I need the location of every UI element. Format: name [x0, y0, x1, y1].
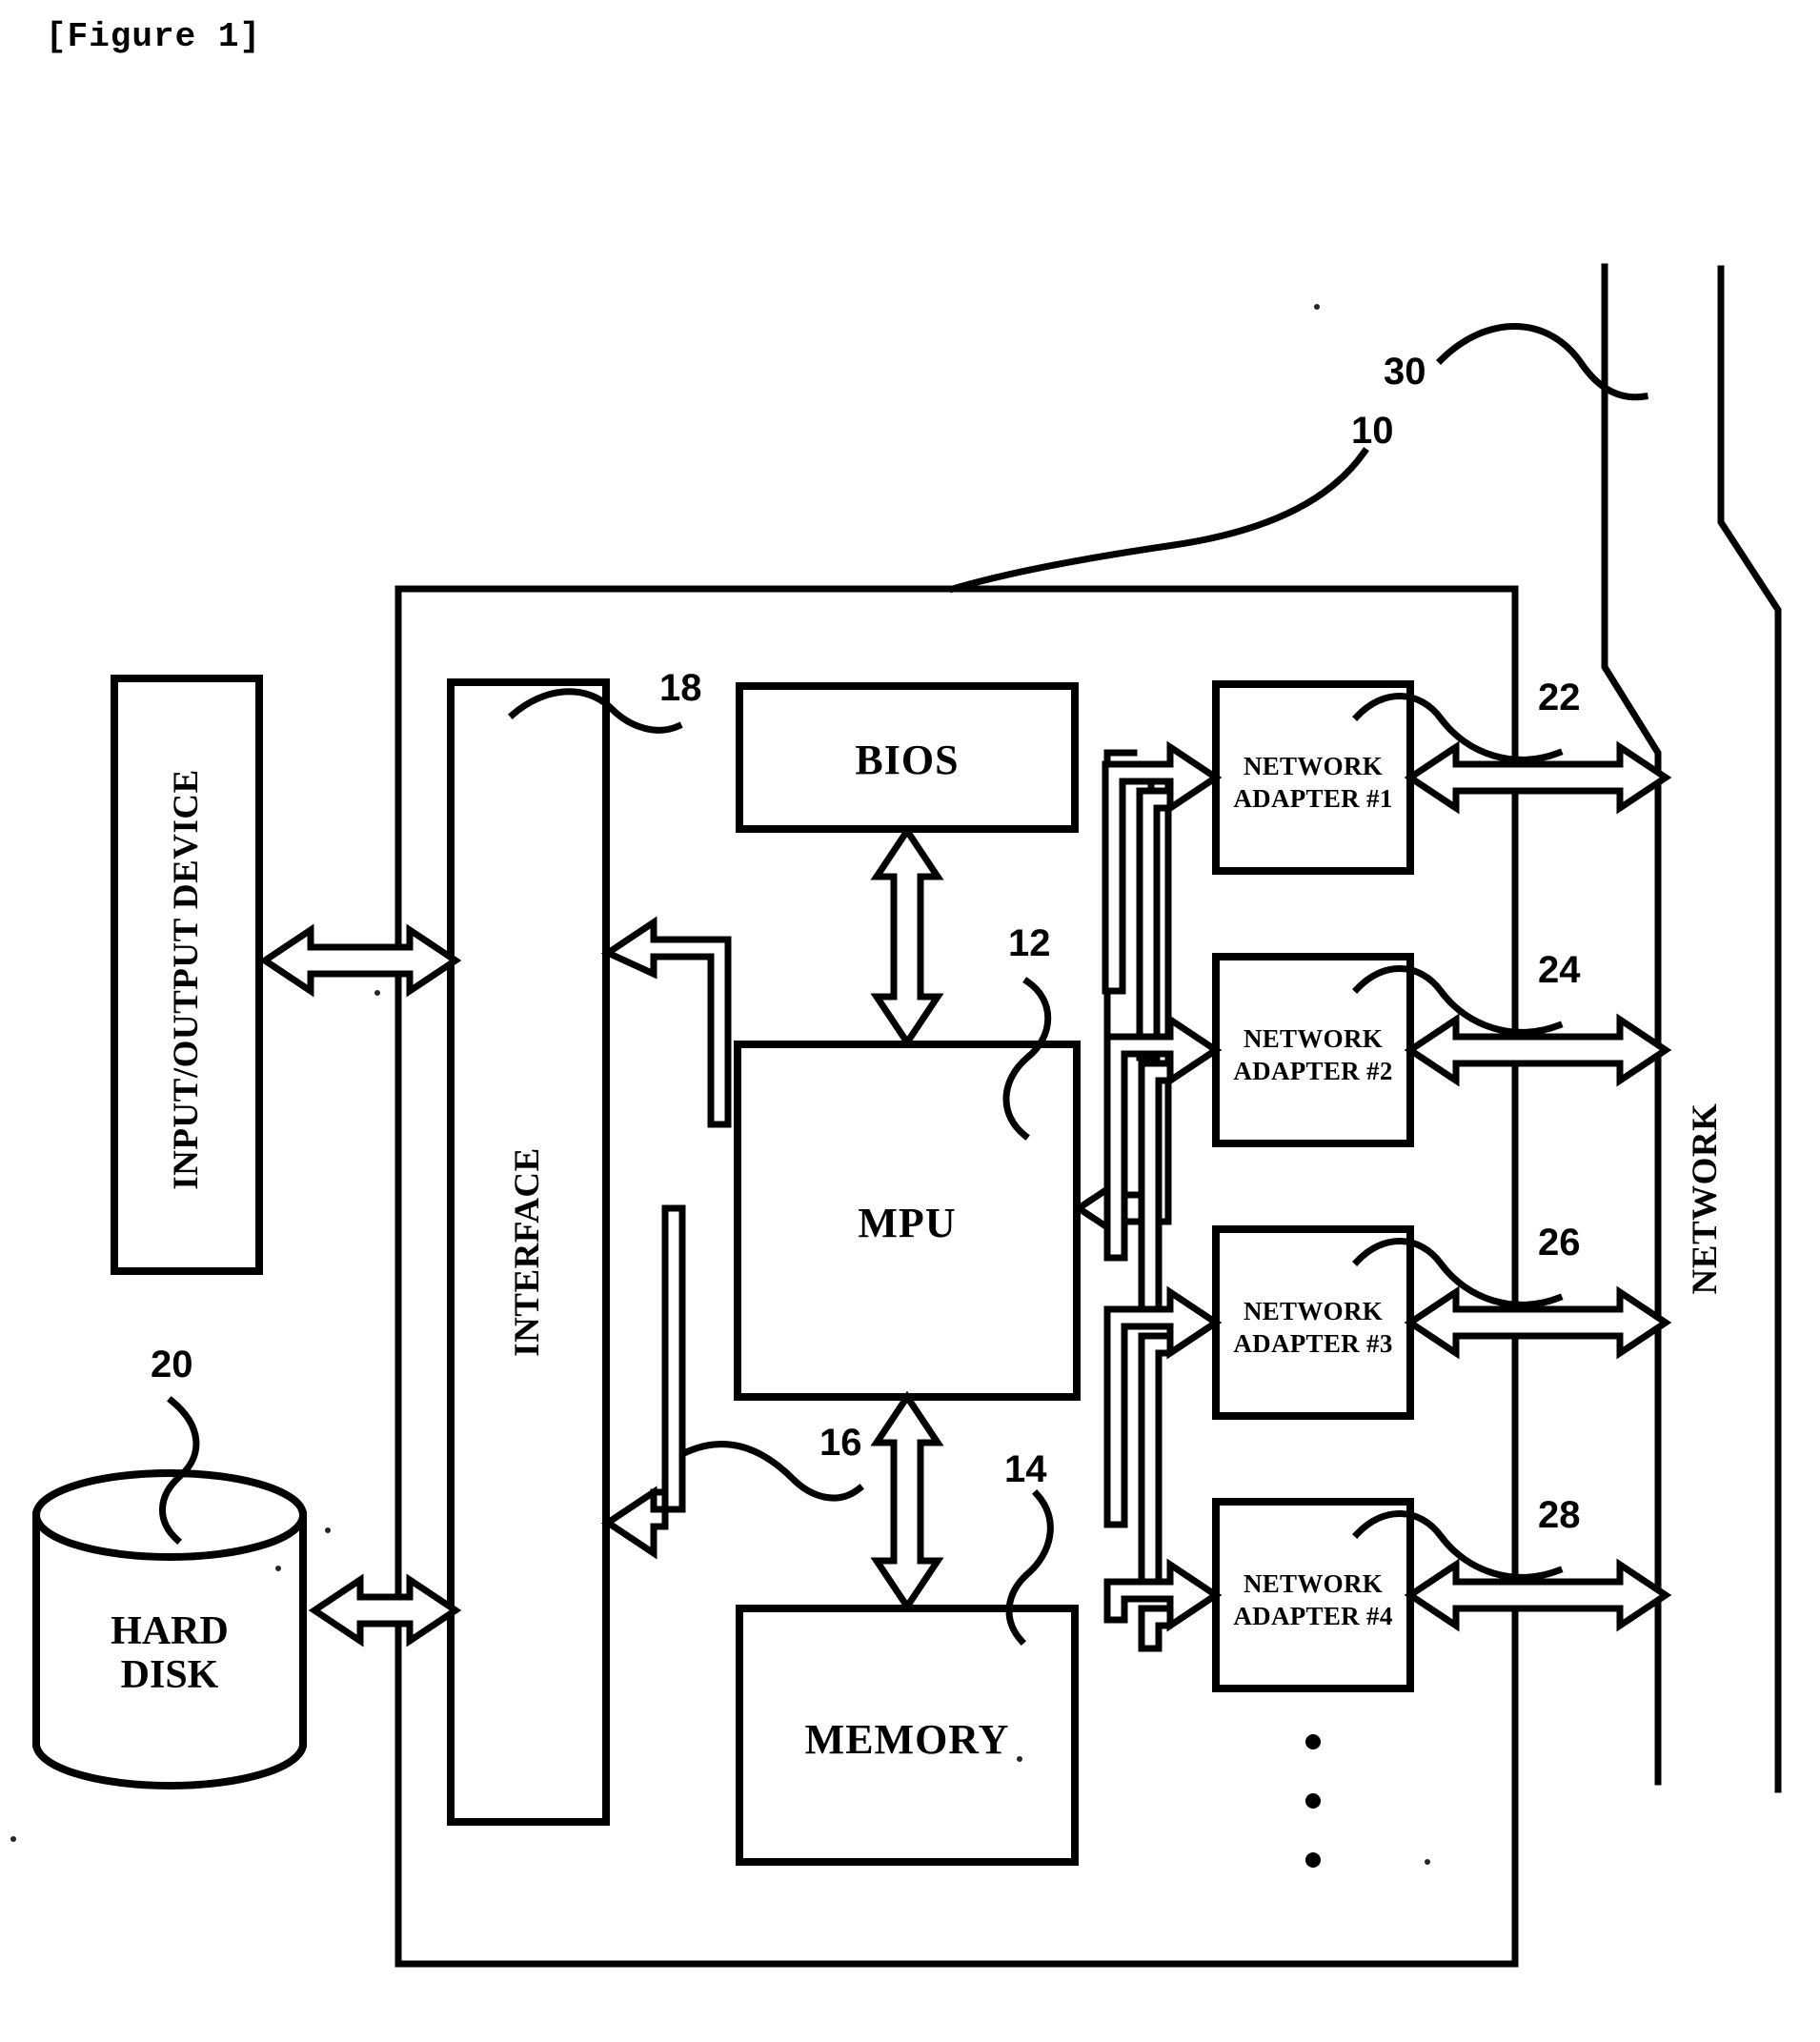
leader-30 — [1436, 323, 1648, 401]
ref-numeral-10: 10 — [1351, 410, 1394, 452]
ref-numeral-16: 16 — [819, 1422, 862, 1464]
adapter-4-box — [1212, 1498, 1414, 1692]
arrow-mpu-to-interface-upper — [600, 916, 732, 1128]
memory-box — [736, 1605, 1079, 1866]
ref-numeral-12: 12 — [1008, 922, 1051, 964]
arrow-mpu-memory — [870, 1390, 944, 1613]
ref-numeral-20: 20 — [151, 1344, 193, 1385]
ref-numeral-22: 22 — [1538, 677, 1581, 718]
bios-box — [736, 682, 1079, 833]
leader-12 — [1002, 977, 1052, 1141]
leader-18 — [508, 688, 683, 734]
arrow-io-interface — [258, 923, 462, 998]
adapter-1-box — [1212, 680, 1414, 875]
leader-10 — [948, 447, 1369, 594]
vertical-ellipsis-icon — [1305, 1734, 1321, 1868]
interface-box — [447, 678, 610, 1826]
figure-page: [Figure 1] INPUT/OUTPUT DEVICE INTERFACE… — [0, 0, 1820, 2042]
arrow-mpu-to-interface-lower — [600, 1204, 686, 1560]
io-device-box — [111, 675, 263, 1275]
diagram-artwork: INTERFACE (double headed, horizontal) --… — [10, 263, 1782, 1968]
ref-numeral-26: 26 — [1538, 1222, 1581, 1264]
ref-numeral-30: 30 — [1384, 351, 1426, 393]
hard-disk-cylinder — [31, 1469, 308, 1789]
ref-numeral-14: 14 — [1004, 1448, 1047, 1490]
ref-numeral-18: 18 — [659, 667, 702, 709]
arrow-bios-mpu — [870, 824, 944, 1049]
ref-numeral-24: 24 — [1538, 949, 1581, 991]
mpu-box — [734, 1041, 1081, 1401]
adapter-3-box — [1212, 1225, 1414, 1420]
ref-numeral-28: 28 — [1538, 1494, 1581, 1536]
arrow-harddisk-interface — [308, 1573, 462, 1648]
system-boundary — [394, 585, 1519, 1968]
adapter-2-box — [1212, 953, 1414, 1147]
leader-14 — [1005, 1489, 1054, 1646]
